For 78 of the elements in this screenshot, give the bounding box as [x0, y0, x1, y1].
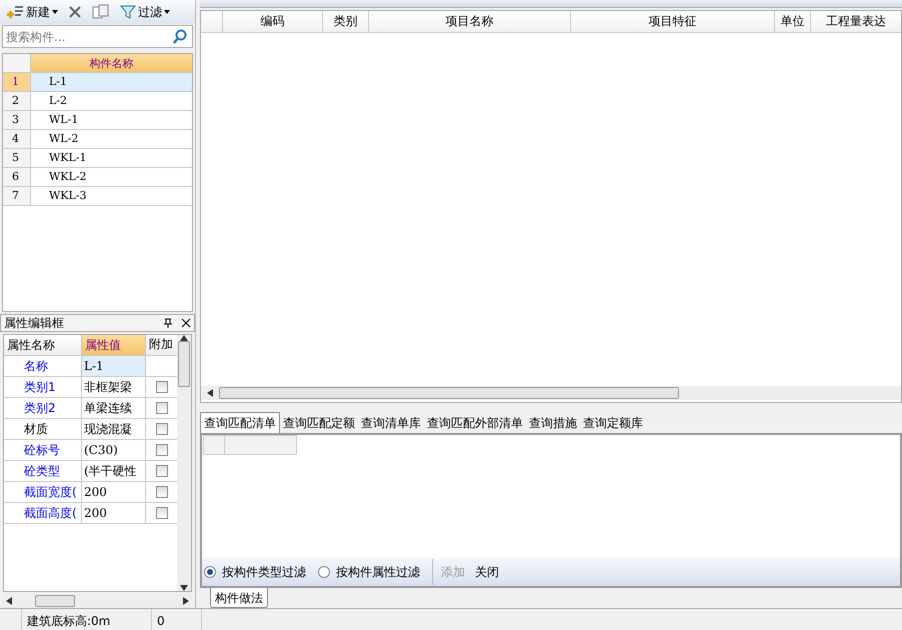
delete-icon: [68, 5, 82, 19]
tab[interactable]: 构件做法: [210, 588, 268, 608]
property-name: 类别1: [4, 376, 82, 396]
row-number: 1: [3, 73, 31, 91]
tab[interactable]: 查询措施: [526, 413, 580, 433]
checkbox[interactable]: [156, 422, 168, 434]
search-field[interactable]: 搜索构件...: [2, 25, 193, 48]
status-text: 建筑底标高:0m: [22, 609, 152, 630]
column-header[interactable]: 属性值: [82, 334, 146, 354]
checkbox[interactable]: [156, 402, 168, 414]
property-name: 类别2: [4, 398, 82, 418]
scroll-right-icon[interactable]: [183, 597, 189, 605]
checkbox[interactable]: [156, 380, 168, 392]
scroll-down-icon[interactable]: [180, 585, 188, 591]
property-name: 材质: [4, 418, 82, 438]
component-name[interactable]: WKL-1: [31, 149, 192, 167]
property-value[interactable]: 现浇混凝: [82, 418, 146, 438]
tab[interactable]: 查询清单库: [358, 413, 424, 433]
column-header[interactable]: 项目特征: [571, 11, 775, 32]
property-value[interactable]: 非框架梁: [82, 376, 146, 396]
checkbox[interactable]: [156, 506, 168, 518]
column-header[interactable]: 项目名称: [369, 11, 571, 32]
horizontal-scrollbar[interactable]: [3, 594, 192, 608]
scroll-thumb[interactable]: [178, 340, 190, 386]
tab[interactable]: 查询匹配定额: [280, 413, 358, 433]
panel-title: 属性编辑框: [4, 314, 64, 332]
checkbox[interactable]: [156, 444, 168, 456]
scroll-left-icon[interactable]: [6, 597, 12, 605]
column-header[interactable]: 工程量表达: [811, 11, 901, 32]
column-header[interactable]: 单位: [775, 11, 811, 32]
status-text: 0: [152, 609, 202, 630]
new-button[interactable]: 新建: [4, 3, 60, 21]
action-button[interactable]: 关闭: [473, 563, 501, 581]
row-number: 4: [3, 130, 31, 148]
property-value[interactable]: L-1: [82, 356, 146, 376]
checkbox[interactable]: [156, 464, 168, 476]
property-name: 砼标号: [4, 440, 82, 460]
close-icon[interactable]: [181, 318, 191, 328]
component-name[interactable]: WKL-2: [31, 168, 192, 186]
radio-option[interactable]: 按构件类型过滤: [204, 563, 306, 581]
property-name: 砼类型: [4, 460, 82, 480]
row-number: 6: [3, 168, 31, 186]
column-header[interactable]: 类别: [323, 11, 369, 32]
column-header[interactable]: 编码: [223, 11, 323, 32]
tab[interactable]: 查询定额库: [580, 413, 646, 433]
component-name[interactable]: L-2: [31, 92, 192, 110]
search-icon[interactable]: [172, 28, 188, 44]
checkbox[interactable]: [156, 486, 168, 498]
filter-button[interactable]: 过滤: [118, 3, 172, 21]
scroll-thumb[interactable]: [219, 387, 679, 399]
scroll-thumb[interactable]: [35, 595, 75, 607]
pin-icon[interactable]: [163, 318, 173, 328]
property-value[interactable]: (半干硬性: [82, 460, 146, 480]
property-value[interactable]: 200: [82, 482, 146, 502]
property-value[interactable]: (C30): [82, 440, 146, 460]
component-name[interactable]: L-1: [31, 73, 192, 91]
property-value[interactable]: 200: [82, 502, 146, 522]
vertical-scrollbar[interactable]: [177, 334, 191, 591]
radio-option[interactable]: 按构件属性过滤: [318, 563, 420, 581]
row-number: 2: [3, 92, 31, 110]
property-name: 截面高度(: [4, 502, 82, 522]
component-name[interactable]: WL-2: [31, 130, 192, 148]
row-number: 7: [3, 187, 31, 205]
horizontal-scrollbar[interactable]: [201, 386, 901, 400]
scroll-left-icon[interactable]: [207, 389, 213, 397]
row-number: 3: [3, 111, 31, 129]
column-header[interactable]: 属性名称: [4, 334, 82, 354]
property-value[interactable]: 单梁连续: [82, 398, 146, 418]
copy-icon: [92, 4, 110, 20]
property-name: 截面宽度(: [4, 482, 82, 502]
filter-icon: [120, 4, 136, 20]
new-icon: [6, 4, 24, 20]
column-header[interactable]: 构件名称: [31, 54, 192, 72]
component-name[interactable]: WKL-3: [31, 187, 192, 205]
row-number: 5: [3, 149, 31, 167]
component-name[interactable]: WL-1: [31, 111, 192, 129]
tab[interactable]: 查询匹配外部清单: [424, 413, 526, 433]
tab[interactable]: 查询匹配清单: [200, 412, 280, 433]
